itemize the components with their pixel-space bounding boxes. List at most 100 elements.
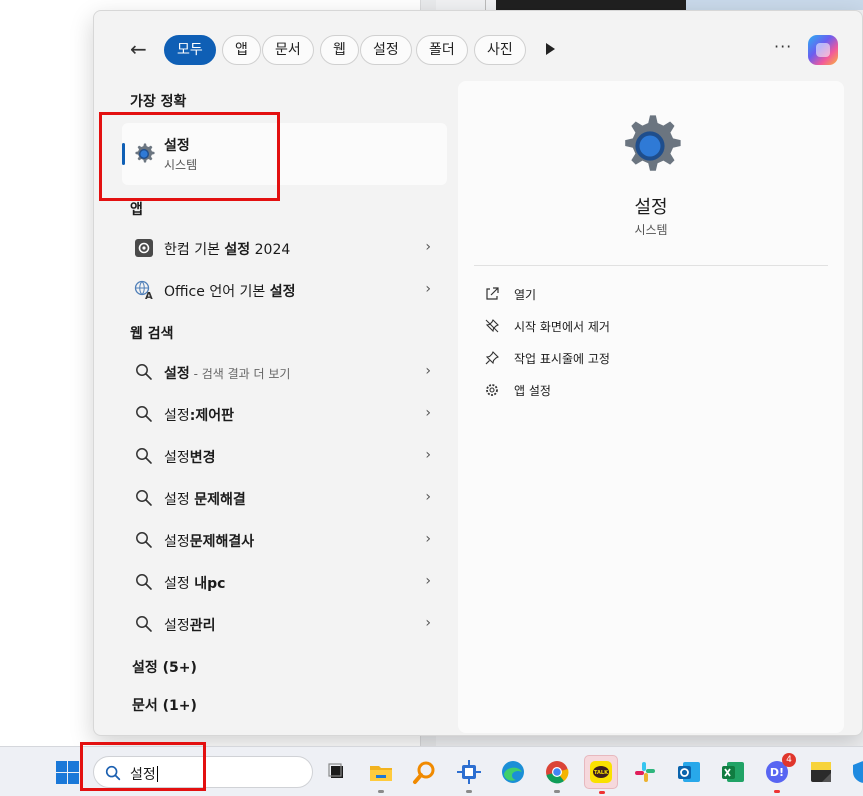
web-result[interactable]: 설정 - 검색 결과 더 보기 ›: [122, 354, 447, 390]
best-match-title: 설정: [164, 138, 190, 154]
discord-icon[interactable]: D! 4: [762, 753, 796, 793]
taskbar-search-input[interactable]: 설정: [130, 764, 158, 784]
web-result[interactable]: 설정 문제해결 ›: [122, 480, 447, 516]
search-icon: [136, 532, 152, 548]
security-icon[interactable]: [848, 757, 863, 787]
web-result-label: 설정 문제해결: [164, 492, 246, 508]
gear-icon: [486, 384, 498, 396]
detail-subtitle: 시스템: [634, 223, 668, 237]
background-divider: [485, 0, 486, 10]
action-open[interactable]: 열기: [484, 283, 784, 307]
running-indicator: [378, 790, 384, 793]
pin-icon: [485, 351, 499, 365]
kakaotalk-icon[interactable]: TALK: [584, 755, 618, 794]
action-label: 열기: [514, 288, 537, 302]
more-options-icon[interactable]: ···: [774, 37, 792, 56]
more-filters-arrow-icon[interactable]: [546, 43, 555, 55]
chevron-right-icon[interactable]: ›: [425, 531, 431, 547]
detail-pane: 설정 시스템 열기 시작 화면에서 제거 작업 표시줄에 고정 앱 설정: [458, 81, 844, 733]
best-match-heading: 가장 정확: [130, 94, 187, 110]
taskbar: 설정 TALK D! 4: [0, 742, 863, 796]
filter-chip-folders[interactable]: 폴더: [416, 35, 468, 65]
background-blue-area: [686, 0, 863, 10]
settings-gear-icon: [135, 143, 155, 163]
outlook-icon[interactable]: [674, 757, 704, 787]
app-result-hancom[interactable]: 한컴 기본 설정 2024 ›: [122, 230, 447, 266]
search-icon: [105, 765, 121, 781]
svg-text:TALK: TALK: [594, 770, 609, 776]
hancom-settings-icon: [135, 239, 153, 257]
app-result-label: Office 언어 기본 설정: [164, 284, 296, 300]
chrome-browser-icon[interactable]: [542, 757, 572, 793]
app-result-label: 한컴 기본 설정 2024: [164, 242, 291, 258]
detail-divider: [474, 265, 828, 266]
web-result-label: 설정관리: [164, 618, 216, 634]
chevron-right-icon[interactable]: ›: [425, 405, 431, 421]
filter-chip-documents[interactable]: 문서: [262, 35, 314, 65]
filter-chip-apps[interactable]: 앱: [222, 35, 261, 65]
search-icon: [136, 616, 152, 632]
text-caret: [156, 766, 158, 782]
search-icon: [136, 448, 152, 464]
web-result[interactable]: 설정변경 ›: [122, 438, 447, 474]
web-search-heading: 웹 검색: [130, 326, 174, 342]
chevron-right-icon[interactable]: ›: [425, 239, 431, 255]
action-pin-taskbar[interactable]: 작업 표시줄에 고정: [484, 347, 784, 371]
search-app-icon[interactable]: [410, 757, 440, 787]
chevron-right-icon[interactable]: ›: [425, 615, 431, 631]
web-result[interactable]: 설정관리 ›: [122, 606, 447, 642]
office-language-icon: A: [134, 280, 153, 300]
action-label: 앱 설정: [514, 384, 551, 398]
search-icon: [136, 364, 152, 380]
file-explorer-icon[interactable]: [366, 757, 396, 793]
web-result-label: 설정 내pc: [164, 576, 226, 592]
network-app-icon[interactable]: [454, 757, 484, 793]
web-result[interactable]: 설정:제어판 ›: [122, 396, 447, 432]
open-external-icon: [486, 287, 499, 300]
action-unpin-start[interactable]: 시작 화면에서 제거: [484, 315, 784, 339]
best-match-subtitle: 시스템: [164, 158, 198, 172]
web-result-label: 설정문제해결사: [164, 534, 255, 550]
filter-chip-web[interactable]: 웹: [320, 35, 359, 65]
running-indicator: [466, 790, 472, 793]
slack-icon[interactable]: [630, 757, 660, 787]
search-icon: [136, 490, 152, 506]
windows-start-icon[interactable]: [56, 761, 79, 784]
web-result-label: 설정:제어판: [164, 408, 235, 424]
excel-icon[interactable]: [718, 757, 748, 787]
back-arrow-icon[interactable]: ←: [130, 37, 147, 61]
sticky-notes-icon[interactable]: [806, 757, 836, 787]
documents-group-heading[interactable]: 문서 (1+): [132, 695, 197, 715]
action-app-settings[interactable]: 앱 설정: [484, 379, 784, 403]
task-view-icon[interactable]: [322, 757, 352, 787]
action-label: 작업 표시줄에 고정: [514, 352, 610, 366]
svg-text:D!: D!: [770, 766, 784, 779]
settings-group-heading[interactable]: 설정 (5+): [132, 657, 197, 677]
action-label: 시작 화면에서 제거: [514, 320, 610, 334]
taskbar-search-box[interactable]: 설정: [93, 756, 313, 788]
chevron-right-icon[interactable]: ›: [425, 489, 431, 505]
svg-text:A: A: [145, 291, 153, 300]
web-result[interactable]: 설정문제해결사 ›: [122, 522, 447, 558]
detail-title: 설정: [634, 197, 668, 218]
chevron-right-icon[interactable]: ›: [425, 573, 431, 589]
background-dark-area: [496, 0, 686, 10]
running-indicator: [774, 790, 780, 793]
edge-browser-icon[interactable]: [498, 757, 528, 787]
chevron-right-icon[interactable]: ›: [425, 447, 431, 463]
copilot-icon[interactable]: [808, 35, 838, 65]
app-result-office-language[interactable]: A Office 언어 기본 설정 ›: [122, 272, 447, 308]
chevron-right-icon[interactable]: ›: [425, 281, 431, 297]
filter-chip-photos[interactable]: 사진: [474, 35, 526, 65]
filter-chip-all[interactable]: 모두: [164, 35, 216, 65]
running-indicator: [554, 790, 560, 793]
web-result-label: 설정변경: [164, 450, 216, 466]
apps-heading: 앱: [130, 202, 143, 218]
filter-chip-settings[interactable]: 설정: [360, 35, 412, 65]
chevron-right-icon[interactable]: ›: [425, 363, 431, 379]
web-result[interactable]: 설정 내pc ›: [122, 564, 447, 600]
notification-badge: 4: [782, 753, 796, 767]
best-match-item[interactable]: 설정 시스템: [122, 123, 447, 185]
selection-indicator: [122, 143, 125, 165]
running-indicator: [599, 791, 605, 794]
